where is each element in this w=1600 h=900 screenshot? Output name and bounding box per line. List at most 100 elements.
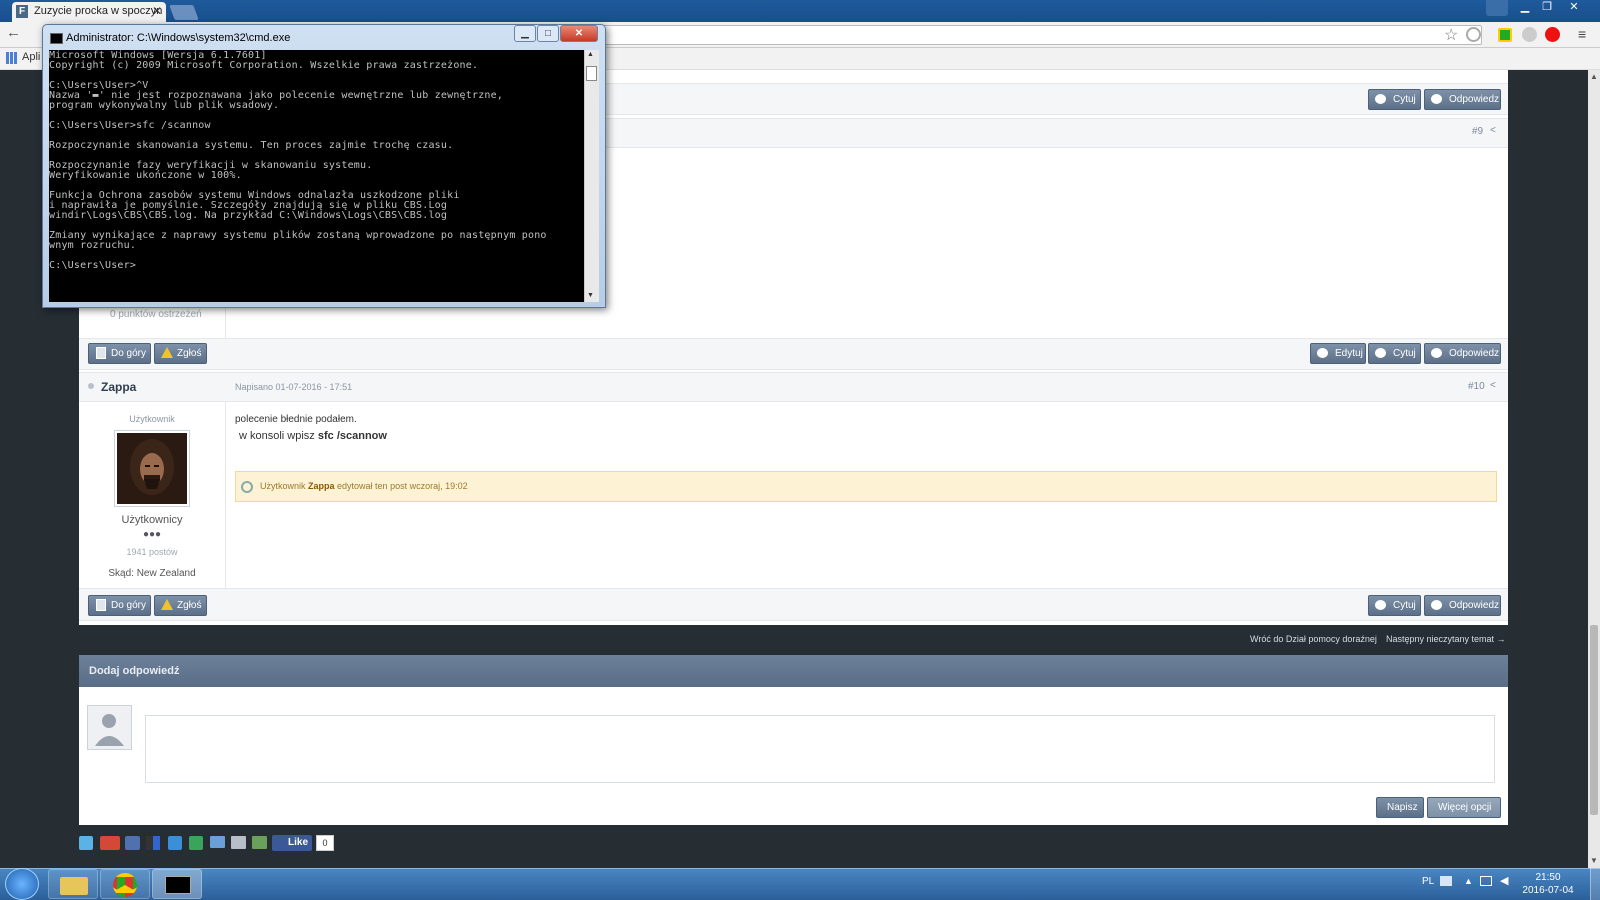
apps-bookmark[interactable]: Apli [22, 51, 40, 63]
cmd-line: C:\Users\User> [49, 260, 137, 271]
scroll-top-button[interactable]: Do góry [88, 595, 151, 616]
keyboard-icon[interactable] [1440, 876, 1452, 886]
cmd-line: C:\Users\User>sfc /scannow [49, 120, 211, 131]
avatar-photo [117, 433, 187, 504]
scroll-top-button[interactable]: Do góry [88, 343, 151, 364]
back-to-forum-link[interactable]: Wróć do Dział pomocy doraźnej [1250, 634, 1377, 644]
rank-pips: ●●● [142, 529, 162, 540]
cmd-line: wnym rozruchu. [49, 240, 137, 251]
clock-time[interactable]: 21:50 [1518, 872, 1578, 883]
stumbleupon-icon[interactable] [189, 836, 203, 850]
post-body-text: w konsoli wpisz [239, 430, 318, 442]
offline-status-icon [88, 383, 94, 389]
cmd-icon [50, 33, 63, 44]
next-unread-link[interactable]: Następny nieczytany temat → [1386, 634, 1506, 644]
twitter-icon[interactable] [79, 836, 93, 850]
profile-icon[interactable] [1486, 0, 1508, 16]
report-button[interactable]: Zgłoś [154, 343, 207, 364]
site-favicon-icon: F [16, 5, 28, 18]
language-indicator[interactable]: PL [1422, 876, 1434, 887]
show-desktop-button[interactable] [1590, 868, 1600, 900]
new-tab-button[interactable] [169, 5, 199, 20]
cmd-taskbar-button[interactable] [152, 869, 202, 899]
submit-reply-button[interactable]: Napisz [1376, 797, 1424, 818]
cmd-console-output: Microsoft Windows [Wersja 6.1.7601] Copyr… [49, 50, 584, 271]
reply-button[interactable]: Odpowiedz [1424, 595, 1501, 616]
reply-button[interactable]: Odpowiedz [1424, 89, 1501, 110]
post-date: Napisano 01-07-2016 - 17:51 [235, 382, 353, 392]
post-body-line: polecenie błednie podałem. [235, 414, 357, 425]
quote-button[interactable]: Cytuj [1368, 595, 1421, 616]
volume-icon[interactable]: ◀ [1500, 874, 1508, 887]
cmd-minimize-icon[interactable]: ▁ [514, 25, 536, 42]
cmd-scrollbar[interactable] [584, 50, 599, 302]
cmd-line: windir\Logs\CBS\CBS.log. Na przykład C:\… [49, 210, 448, 221]
restore-icon[interactable]: ❐ [1536, 0, 1558, 14]
cmd-line: Copyright (c) 2009 Microsoft Corporation… [49, 60, 479, 71]
google-plus-icon[interactable] [100, 836, 120, 850]
adblock-icon[interactable] [1545, 27, 1560, 42]
start-button[interactable] [5, 868, 39, 900]
network-icon[interactable] [1480, 876, 1492, 886]
post-count: 1941 postów [126, 547, 178, 557]
post-author[interactable]: Zappa [101, 380, 136, 394]
more-options-button[interactable]: Więcej opcji [1427, 797, 1501, 818]
quote-button[interactable]: Cytuj [1368, 89, 1421, 110]
apps-grid-icon[interactable] [6, 52, 18, 64]
facebook-like-button[interactable]: Like [272, 835, 312, 851]
cmd-scroll-down-icon[interactable]: ▼ [587, 292, 594, 299]
digg-icon[interactable] [125, 836, 140, 850]
cmd-maximize-icon[interactable]: □ [537, 25, 559, 42]
clock-date[interactable]: 2016-07-04 [1518, 885, 1578, 896]
reply-button[interactable]: Odpowiedz [1424, 343, 1501, 364]
reply-editor[interactable] [145, 715, 1495, 783]
browser-tabstrip [0, 0, 1600, 22]
extension-circle-icon[interactable] [1522, 27, 1537, 42]
folder-icon [60, 877, 88, 895]
close-window-icon[interactable]: ✕ [1560, 0, 1588, 14]
download-icon[interactable] [252, 836, 267, 849]
user-group: Użytkownicy [121, 514, 183, 526]
edit-button[interactable]: Edytuj [1310, 343, 1366, 364]
extension-check-icon[interactable] [1498, 28, 1512, 42]
chrome-taskbar-button[interactable] [100, 869, 150, 899]
cmd-scrollbar-thumb[interactable] [586, 66, 597, 81]
scroll-up-icon[interactable]: ▲ [1590, 72, 1598, 81]
reply-heading: Dodaj odpowiedź [79, 655, 1508, 687]
user-avatar-placeholder-icon [87, 705, 132, 750]
share-icon[interactable]: < [1490, 380, 1496, 391]
post-body-line: w konsoli wpisz sfc /scannow [239, 430, 387, 442]
tab-close-icon[interactable]: ✕ [152, 4, 162, 18]
post-number[interactable]: #10 [1468, 381, 1485, 392]
chrome-icon [113, 873, 137, 897]
scroll-down-icon[interactable]: ▼ [1590, 856, 1598, 865]
browser-tab[interactable]: F Zuzycie procka w spoczyn ✕ [12, 2, 166, 22]
email-icon[interactable] [210, 836, 225, 848]
share-icon[interactable]: < [1490, 125, 1496, 136]
post-controls-bar [79, 338, 1508, 370]
delicious-icon[interactable] [146, 836, 160, 850]
back-arrow-icon[interactable]: ← [6, 24, 21, 41]
minimize-icon[interactable]: ▁ [1514, 0, 1536, 14]
avatar[interactable] [114, 430, 190, 507]
extension-search-icon[interactable] [1466, 27, 1481, 42]
star-icon[interactable]: ☆ [1444, 25, 1458, 45]
print-icon[interactable] [231, 836, 246, 849]
post-controls-bar [79, 588, 1508, 621]
cmd-close-icon[interactable]: ✕ [560, 25, 598, 42]
tray-expand-icon[interactable]: ▲ [1464, 876, 1473, 886]
warning-points: 0 punktów ostrzeżeń [110, 309, 202, 320]
cmd-line: program wykonywalny lub plik wsadowy. [49, 100, 280, 111]
post-number[interactable]: #9 [1472, 126, 1483, 137]
menu-icon[interactable]: ≡ [1578, 26, 1586, 42]
cmd-line: Weryfikowanie ukończone w 100%. [49, 170, 242, 181]
page-scrollbar-thumb[interactable] [1590, 625, 1598, 815]
cmd-scroll-up-icon[interactable]: ▲ [587, 51, 594, 58]
quote-button[interactable]: Cytuj [1368, 343, 1421, 364]
windows-taskbar [0, 868, 1600, 900]
reddit-icon[interactable] [168, 836, 182, 850]
explorer-taskbar-button[interactable] [48, 869, 98, 899]
cmd-window-title: Administrator: C:\Windows\system32\cmd.e… [66, 32, 291, 44]
report-button[interactable]: Zgłoś [154, 595, 207, 616]
tab-title: Zuzycie procka w spoczyn [34, 5, 163, 17]
